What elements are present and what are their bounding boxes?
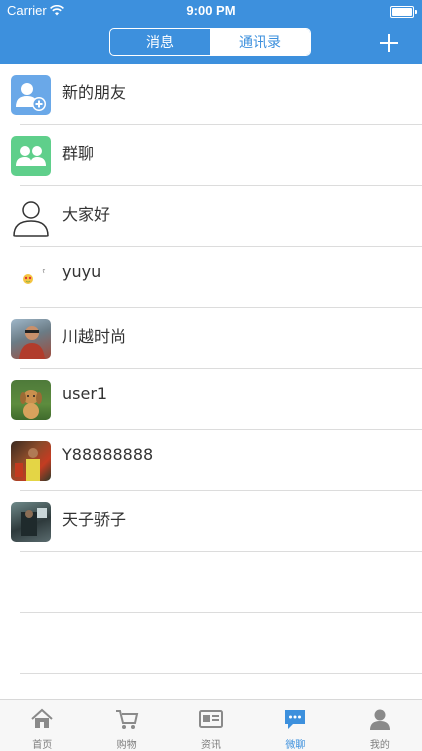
contact-list: 新的朋友 群聊 大家好 yuyu 川越时尚 user1 Y88888888 天子… (0, 64, 422, 674)
photo-avatar (11, 441, 51, 481)
tab-messages[interactable]: 消息 (110, 29, 210, 55)
news-icon (199, 710, 224, 728)
tab-label: 购物 (116, 740, 137, 751)
tab-label: 资讯 (201, 740, 222, 751)
contact-name: 川越时尚 (62, 327, 127, 346)
contact-row-new-friends[interactable]: 新的朋友 (0, 64, 422, 125)
contact-name: 群聊 (62, 144, 95, 163)
tab-contacts[interactable]: 通讯录 (210, 29, 310, 55)
status-time: 9:00 PM (186, 3, 236, 18)
contact-row[interactable]: yuyu (0, 247, 422, 308)
contact-row[interactable]: user1 (0, 369, 422, 430)
tab-label: 我的 (369, 740, 390, 751)
home-icon (31, 708, 53, 728)
tab-home[interactable]: 首页 (0, 700, 84, 751)
contact-name: 大家好 (62, 205, 111, 224)
navigation-bar: Carrier 9:00 PM 消息 通讯录 (0, 0, 422, 64)
contact-name: Y88888888 (62, 445, 154, 464)
contact-row[interactable]: Y88888888 (0, 430, 422, 491)
contact-name: 新的朋友 (62, 83, 127, 102)
dog-photo-avatar (11, 380, 51, 420)
group-icon (11, 136, 51, 176)
segment-control: 消息 通讯录 (109, 28, 311, 56)
chat-icon (285, 710, 306, 729)
tab-shopping[interactable]: 购物 (84, 700, 168, 751)
photo-avatar (11, 319, 51, 359)
tab-bar: 首页 购物 资讯 微聊 我的 (0, 699, 422, 751)
add-friend-icon (11, 75, 51, 115)
contact-name: yuyu (62, 262, 102, 281)
emoji-avatar (11, 258, 51, 298)
tab-label: 微聊 (285, 740, 306, 751)
tab-label: 首页 (32, 740, 53, 751)
contact-row[interactable]: 川越时尚 (0, 308, 422, 369)
contact-row[interactable]: 天子骄子 (0, 491, 422, 552)
contact-name: 天子骄子 (62, 510, 127, 529)
cart-icon (115, 710, 138, 729)
photo-avatar (11, 502, 51, 542)
contact-row-group-chat[interactable]: 群聊 (0, 125, 422, 186)
battery-icon (390, 6, 417, 18)
status-bar: Carrier 9:00 PM (0, 0, 422, 22)
empty-row (0, 552, 422, 613)
contact-row[interactable]: 大家好 (0, 186, 422, 247)
user-icon (369, 709, 390, 730)
empty-row (0, 613, 422, 674)
tab-chat[interactable]: 微聊 (253, 700, 337, 751)
tab-news[interactable]: 资讯 (169, 700, 253, 751)
tab-mine[interactable]: 我的 (338, 700, 422, 751)
contact-name: user1 (62, 384, 108, 403)
person-outline-icon (11, 197, 51, 237)
add-icon[interactable] (380, 34, 398, 52)
